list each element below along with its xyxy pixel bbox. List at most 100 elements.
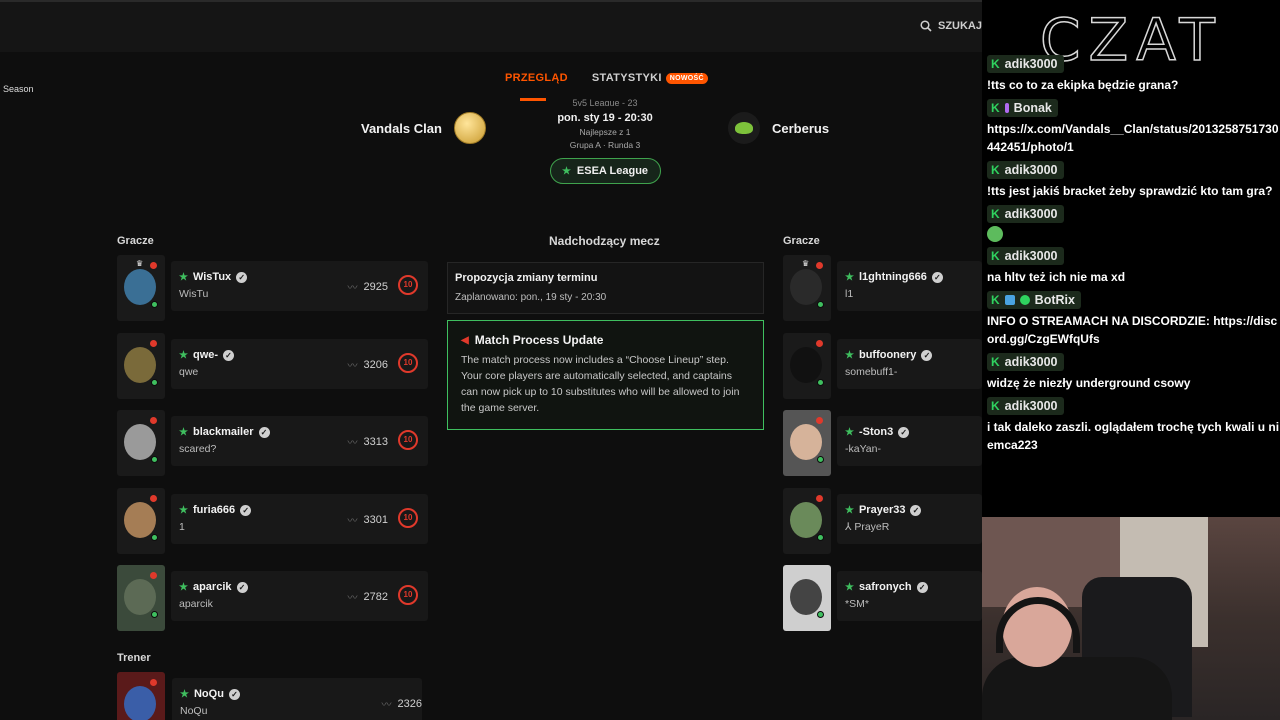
player-name[interactable]: -Ston3 xyxy=(859,426,893,438)
player-nick: 1 xyxy=(179,521,185,533)
player-row[interactable]: ★ safronych ✓ *SM* xyxy=(783,565,982,631)
verified-icon: ✓ xyxy=(910,504,922,516)
team-right[interactable]: Cerberus xyxy=(728,112,829,144)
online-icon xyxy=(817,456,824,463)
player-row[interactable]: ★ aparcik ✓ aparcik 〰 2782 10 xyxy=(117,565,428,631)
avatar xyxy=(783,333,831,399)
verified-icon: ✓ xyxy=(921,349,933,361)
match-date: pon. sty 19 - 20:30 xyxy=(557,112,653,124)
player-elo: 3313 xyxy=(363,435,388,448)
reschedule-card[interactable]: Propozycja zmiany terminu Zaplanowano: p… xyxy=(447,262,764,314)
chat-user[interactable]: Kadik3000 xyxy=(987,161,1064,179)
top-bar: SZUKAJ xyxy=(0,0,982,52)
reschedule-title: Propozycja zmiany terminu xyxy=(455,272,598,284)
online-icon xyxy=(817,301,824,308)
player-row[interactable]: ★ qwe- ✓ qwe 〰 3206 10 xyxy=(117,333,428,399)
chat-user[interactable]: K BotRix xyxy=(987,291,1081,309)
chat-user[interactable]: Kadik3000 xyxy=(987,205,1064,223)
trend-icon: 〰 xyxy=(347,361,358,372)
player-name[interactable]: qwe- xyxy=(193,349,218,361)
verified-icon: ✓ xyxy=(240,504,252,516)
chat-user[interactable]: K Bonak xyxy=(987,99,1058,117)
player-name[interactable]: aparcik xyxy=(193,581,232,593)
player-name[interactable]: l1ghtning666 xyxy=(859,271,927,283)
tab-stats[interactable]: STATYSTYKI NOWOŚĆ xyxy=(592,72,708,84)
team-right-logo xyxy=(728,112,760,144)
emote-icon xyxy=(987,226,1003,242)
star-icon: ★ xyxy=(845,271,854,283)
star-icon: ★ xyxy=(180,688,189,700)
verified-icon: ✓ xyxy=(931,271,943,283)
player-card: ★ Prayer33 ✓ ⅄ PrayeR xyxy=(837,494,982,544)
star-icon: ★ xyxy=(179,349,188,361)
chat-user[interactable]: Kadik3000 xyxy=(987,55,1064,73)
player-row[interactable]: ★ -Ston3 ✓ -kaYan- xyxy=(783,410,982,476)
player-name[interactable]: buffoonery xyxy=(859,349,916,361)
avatar xyxy=(117,565,165,631)
player-elo: 2782 xyxy=(363,590,388,603)
esea-league-button[interactable]: ★ ESEA League xyxy=(549,158,661,184)
chat-message: Kadik3000 !tts co to za ekipka będzie gr… xyxy=(987,55,1280,94)
level-badge: 10 xyxy=(398,353,418,373)
verified-icon: ✓ xyxy=(228,688,240,700)
verified-icon: ✓ xyxy=(898,426,910,438)
chat-text: widzę że niezły underground csowy xyxy=(987,376,1191,390)
kick-badge-icon: K xyxy=(991,399,1000,413)
player-row[interactable]: ★ furia666 ✓ 1 〰 3301 10 xyxy=(117,488,428,554)
avatar xyxy=(117,672,165,720)
match-tabs: PRZEGLĄD STATYSTYKI NOWOŚĆ xyxy=(505,72,708,84)
league-name: 5v5 League - 23 xyxy=(572,98,638,106)
online-icon xyxy=(151,301,158,308)
player-row[interactable]: ★ buffoonery ✓ somebuff1- xyxy=(783,333,982,399)
team-right-name: Cerberus xyxy=(772,120,830,136)
chat-message: Kadik3000 xyxy=(987,205,1280,242)
online-icon xyxy=(151,456,158,463)
update-title: Match Process Update xyxy=(474,333,604,347)
trend-icon: 〰 xyxy=(347,593,358,604)
team-left[interactable]: Vandals Clan xyxy=(361,112,486,144)
tab-overview[interactable]: PRZEGLĄD xyxy=(505,72,568,84)
player-name[interactable]: furia666 xyxy=(193,504,235,516)
chat-user[interactable]: Kadik3000 xyxy=(987,397,1064,415)
chat-user[interactable]: Kadik3000 xyxy=(987,353,1064,371)
level-badge: 10 xyxy=(398,508,418,528)
chat-text: INFO O STREAMACH NA DISCORDZIE: https://… xyxy=(987,314,1278,346)
chat-message: Kadik3000 widzę że niezły underground cs… xyxy=(987,353,1280,392)
online-icon xyxy=(151,611,158,618)
player-elo: 2925 xyxy=(363,280,388,293)
player-row[interactable]: ♛ ★ l1ghtning666 ✓ l1 xyxy=(783,255,982,321)
webcam-feed xyxy=(982,517,1280,720)
avatar: ♛ xyxy=(783,255,831,321)
chat-text: na hltv też ich nie ma xd xyxy=(987,270,1126,284)
chat-user[interactable]: Kadik3000 xyxy=(987,247,1064,265)
player-name[interactable]: blackmailer xyxy=(193,426,254,438)
player-name[interactable]: Prayer33 xyxy=(859,504,906,516)
player-row[interactable]: ★ Prayer33 ✓ ⅄ PrayeR xyxy=(783,488,982,554)
player-elo: 3206 xyxy=(363,358,388,371)
coach-name[interactable]: NoQu xyxy=(194,688,224,700)
kick-badge-icon: K xyxy=(991,207,1000,221)
megaphone-icon: ◀ xyxy=(461,334,469,346)
player-card: ★ l1ghtning666 ✓ l1 xyxy=(837,261,982,311)
search-button[interactable]: SZUKAJ xyxy=(920,20,982,32)
chat-message: Kadik3000 i tak daleko zaszli. oglądałem… xyxy=(987,397,1280,454)
player-card: ★ safronych ✓ *SM* xyxy=(837,571,982,621)
player-name[interactable]: WisTux xyxy=(193,271,231,283)
best-of: Najlepsze z 1 xyxy=(579,127,631,137)
chat-message: K Bonak https://x.com/Vandals__Clan/statu… xyxy=(987,99,1280,156)
player-card: ★ -Ston3 ✓ -kaYan- xyxy=(837,416,982,466)
coach-nick: NoQu xyxy=(180,705,208,717)
coach-row[interactable]: ★ NoQu ✓ NoQu 〰 2326 xyxy=(117,672,428,720)
player-nick: qwe xyxy=(179,366,199,378)
player-nick: l1 xyxy=(845,288,854,300)
player-name[interactable]: safronych xyxy=(859,581,912,593)
star-icon: ★ xyxy=(845,581,854,593)
search-label: SZUKAJ xyxy=(937,20,982,32)
online-icon xyxy=(151,534,158,541)
star-icon: ★ xyxy=(179,426,188,438)
star-icon: ★ xyxy=(179,271,188,283)
player-row[interactable]: ♛ ★ WisTux ✓ WisTu 〰 2925 10 xyxy=(117,255,428,321)
upcoming-match-panel: Propozycja zmiany terminu Zaplanowano: p… xyxy=(447,262,764,430)
player-row[interactable]: ★ blackmailer ✓ scared? 〰 3313 10 xyxy=(117,410,428,476)
crown-icon: ♛ xyxy=(136,259,144,268)
